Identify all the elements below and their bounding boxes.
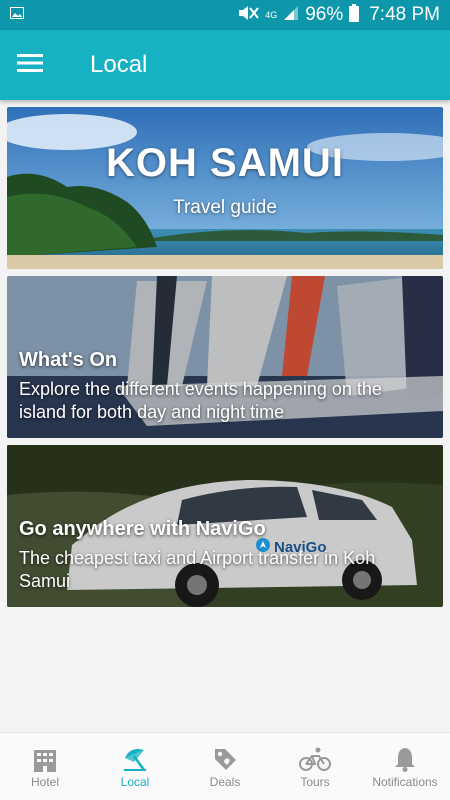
app-bar: Local xyxy=(0,30,450,100)
nav-label: Local xyxy=(120,774,150,789)
battery-icon xyxy=(349,3,360,27)
bottom-navigation: Hotel Local Deals Tours Notifications xyxy=(0,732,450,800)
beach-umbrella-icon xyxy=(122,745,148,773)
card-description: Explore the different events happening o… xyxy=(19,379,382,422)
nav-item-notifications[interactable]: Notifications xyxy=(360,733,450,800)
network-type: 4G xyxy=(265,9,278,20)
beach-image xyxy=(7,107,443,269)
nav-item-tours[interactable]: Tours xyxy=(270,733,360,800)
nav-label: Tours xyxy=(300,774,330,789)
nav-item-deals[interactable]: Deals xyxy=(180,733,270,800)
nav-item-hotel[interactable]: Hotel xyxy=(0,733,90,800)
nav-item-local[interactable]: Local xyxy=(90,733,180,800)
tag-icon xyxy=(212,745,238,773)
card-subtitle: Travel guide xyxy=(173,197,277,218)
whats-on-card[interactable]: What's On Explore the different events h… xyxy=(7,276,443,438)
bicycle-icon xyxy=(299,745,331,773)
card-text: Go anywhere with NaviGo The cheapest tax… xyxy=(19,518,431,593)
bell-icon xyxy=(393,745,417,773)
card-title: KOH SAMUI xyxy=(106,141,344,185)
hotel-icon xyxy=(32,745,58,773)
card-description: The cheapest taxi and Airport transfer i… xyxy=(19,548,376,591)
navigo-card[interactable]: NaviGo Go anywhere with NaviGo The cheap… xyxy=(7,445,443,607)
battery-percent: 96% xyxy=(305,4,344,25)
menu-button[interactable] xyxy=(0,30,60,100)
hamburger-icon xyxy=(17,53,43,77)
page-title: Local xyxy=(90,51,148,78)
clock: 7:48 PM xyxy=(369,4,440,25)
image-notification-icon xyxy=(10,6,24,24)
card-title: Go anywhere with NaviGo xyxy=(19,518,266,540)
signal-icon xyxy=(283,5,299,26)
mute-icon xyxy=(237,5,259,26)
nav-label: Deals xyxy=(209,774,241,789)
nav-label: Hotel xyxy=(30,774,59,789)
card-text: What's On Explore the different events h… xyxy=(19,349,431,424)
status-bar: 4G 96% 7:48 PM xyxy=(0,0,450,30)
nav-label: Notifications xyxy=(372,774,438,789)
koh-samui-card[interactable]: KOH SAMUI Travel guide xyxy=(7,107,443,269)
card-list: KOH SAMUI Travel guide What's On Explore… xyxy=(7,107,443,614)
card-title: What's On xyxy=(19,349,118,371)
